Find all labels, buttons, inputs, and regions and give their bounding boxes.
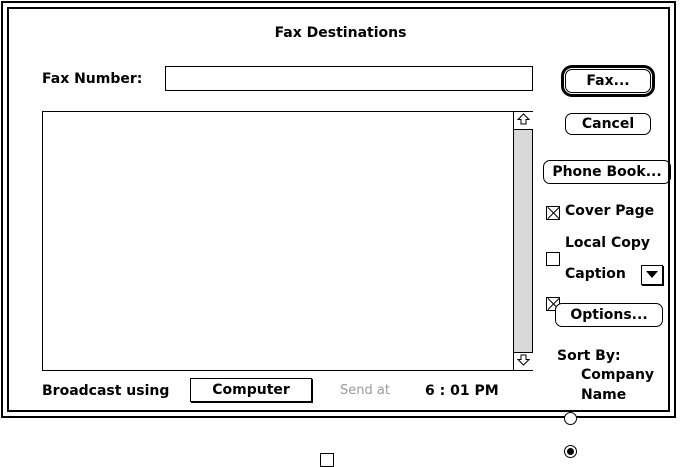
phone-book-button[interactable]: Phone Book... <box>543 160 671 184</box>
dialog-title: Fax Destinations <box>274 25 407 41</box>
destination-list[interactable] <box>42 111 533 371</box>
fax-destinations-dialog: Fax Destinations Fax Number: Fax... Canc… <box>1 1 676 467</box>
sort-name-label: Name <box>581 387 627 403</box>
broadcast-label: Broadcast using <box>42 383 170 399</box>
cancel-button[interactable]: Cancel <box>565 113 651 135</box>
fax-button[interactable]: Fax... <box>565 69 651 93</box>
fax-number-input[interactable] <box>165 66 533 91</box>
fax-number-label: Fax Number: <box>42 71 143 87</box>
send-time: 6 : 01 PM <box>425 383 499 399</box>
local-copy-label: Local Copy <box>565 235 650 251</box>
sort-company-radio[interactable] <box>564 412 577 425</box>
up-arrow-icon <box>516 112 531 129</box>
local-copy-checkbox[interactable] <box>546 252 560 266</box>
caption-popup-button[interactable] <box>641 265 663 285</box>
scroll-up-button[interactable] <box>514 112 533 130</box>
cover-page-checkbox[interactable] <box>546 206 560 220</box>
broadcast-popup[interactable]: Computer <box>190 378 312 402</box>
scroll-down-button[interactable] <box>514 352 533 370</box>
down-arrow-icon <box>516 354 531 370</box>
cover-page-label: Cover Page <box>565 203 655 219</box>
send-at-checkbox[interactable] <box>320 453 334 467</box>
caption-label: Caption <box>565 266 626 282</box>
sort-by-label: Sort By: <box>557 348 621 364</box>
list-scrollbar[interactable] <box>513 112 533 370</box>
send-at-label: Send at <box>340 383 390 398</box>
triangle-down-icon <box>646 267 658 283</box>
sort-company-label: Company <box>581 367 655 383</box>
sort-name-radio[interactable] <box>564 445 577 458</box>
options-button[interactable]: Options... <box>555 303 663 327</box>
